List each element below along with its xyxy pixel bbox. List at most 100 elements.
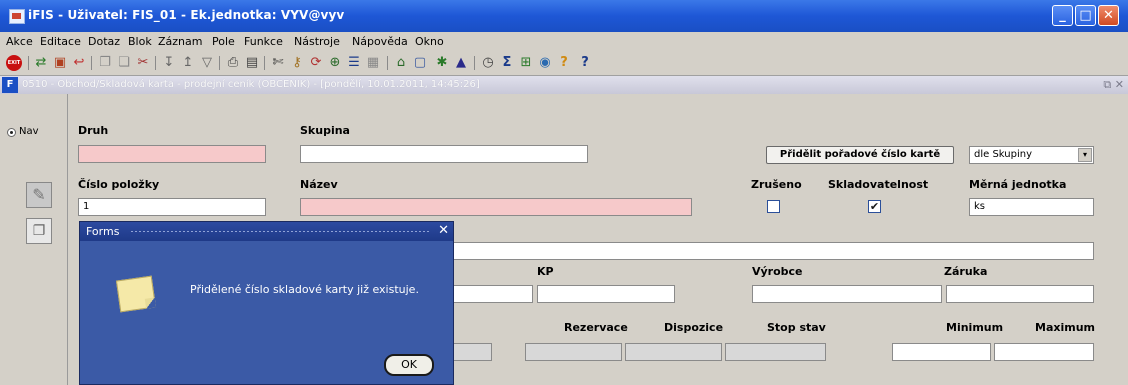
sum-icon[interactable]: Σ	[499, 55, 515, 71]
menu-bar: Akce Editace Dotaz Blok Záznam Pole Funk…	[0, 32, 1128, 51]
maximize-button[interactable]: □	[1075, 5, 1096, 26]
minimum-field[interactable]	[892, 343, 991, 361]
label-maximum: Maximum	[1035, 321, 1095, 334]
save-icon[interactable]: ⇄	[33, 55, 49, 71]
dialog-title-bar: Forms ✕	[80, 222, 453, 241]
toolbar-separator	[474, 56, 475, 70]
kp-field[interactable]	[537, 285, 675, 303]
paste-icon[interactable]: ❏	[116, 55, 132, 71]
copy-icon[interactable]: ❐	[97, 55, 113, 71]
edit-icon[interactable]: ✎	[26, 182, 52, 208]
field-before-kp[interactable]	[452, 285, 533, 303]
label-dispozice: Dispozice	[664, 321, 724, 334]
star-icon[interactable]: ✱	[434, 55, 450, 71]
document-icon[interactable]: ❐	[26, 218, 52, 244]
long-field[interactable]	[452, 242, 1094, 260]
dialog-message: Přidělené číslo skladové karty již exist…	[190, 283, 419, 296]
assign-mode-select[interactable]: dle Skupiny ▾	[969, 146, 1094, 164]
toolbar-separator	[28, 56, 29, 70]
form-icon: F	[2, 77, 18, 93]
sort-desc-icon[interactable]: ↥	[180, 55, 196, 71]
undo-icon[interactable]: ↩	[71, 55, 87, 71]
field-before-rezervace	[452, 343, 492, 361]
form-title-bar: F 0510 - Obchod/Skladová karta - prodejn…	[0, 76, 1128, 94]
menu-napoveda[interactable]: Nápověda	[352, 35, 408, 48]
label-nazev: Název	[300, 178, 338, 191]
rezervace-field	[525, 343, 622, 361]
lock-icon[interactable]: ⌂	[393, 55, 409, 71]
grid-icon[interactable]: ▢	[412, 55, 428, 71]
menu-pole[interactable]: Pole	[212, 35, 235, 48]
close-button[interactable]: ✕	[1098, 5, 1119, 26]
table-icon[interactable]: ▦	[365, 55, 381, 71]
label-rezervace: Rezervace	[564, 321, 628, 334]
toolbar-separator	[387, 56, 388, 70]
dialog-close-icon[interactable]: ✕	[438, 223, 449, 238]
druh-field[interactable]	[78, 145, 266, 163]
filter-icon[interactable]: ▽	[199, 55, 215, 71]
toolbar-separator	[91, 56, 92, 70]
label-kp: KP	[537, 265, 554, 278]
sort-asc-icon[interactable]: ↧	[161, 55, 177, 71]
label-skladovatelnost: Skladovatelnost	[828, 178, 929, 191]
vyrobce-field[interactable]	[752, 285, 942, 303]
menu-nastroje[interactable]: Nástroje	[294, 35, 340, 48]
exit-icon[interactable]: EXIT	[6, 55, 22, 71]
menu-okno[interactable]: Okno	[415, 35, 444, 48]
menu-blok[interactable]: Blok	[128, 35, 152, 48]
ok-button[interactable]: OK	[384, 354, 434, 376]
folder-icon[interactable]: ▣	[52, 55, 68, 71]
label-minimum: Minimum	[946, 321, 1004, 334]
nazev-field[interactable]	[300, 198, 692, 216]
form-window-controls[interactable]: ⧉ ✕	[1103, 78, 1124, 92]
label-vyrobce: Výrobce	[752, 265, 803, 278]
print-icon[interactable]: ⎙	[225, 55, 241, 71]
merna-jednotka-field[interactable]: ks	[969, 198, 1094, 216]
maximum-field[interactable]	[994, 343, 1094, 361]
menu-zaznam[interactable]: Záznam	[158, 35, 202, 48]
minimize-button[interactable]: _	[1052, 5, 1073, 26]
dispozice-field	[625, 343, 722, 361]
context-help-icon[interactable]: ?	[577, 55, 593, 71]
toolbar-separator	[219, 56, 220, 70]
menu-funkce[interactable]: Funkce	[244, 35, 283, 48]
left-strip: Nav ✎ ❐	[0, 94, 68, 385]
menu-editace[interactable]: Editace	[40, 35, 81, 48]
stop-stav-field	[725, 343, 826, 361]
calculator-icon[interactable]: ⊞	[518, 55, 534, 71]
insert-row-icon[interactable]: ⊕	[327, 55, 343, 71]
menu-dotaz[interactable]: Dotaz	[88, 35, 120, 48]
nav-radio[interactable]	[7, 128, 16, 137]
nav-label: Nav	[19, 126, 39, 137]
menu-akce[interactable]: Akce	[6, 35, 33, 48]
skladovatelnost-checkbox[interactable]: ✔	[868, 200, 881, 213]
dialog-title: Forms	[86, 225, 120, 238]
toolbar: EXIT ⇄ ▣ ↩ ❐ ❏ ✂ ↧ ↥ ▽ ⎙ ▤ ✄ ⚷ ⟳ ⊕ ☰ ▦ ⌂…	[0, 51, 1128, 76]
scissors-icon[interactable]: ✄	[270, 55, 286, 71]
label-druh: Druh	[78, 124, 109, 137]
zruseno-checkbox[interactable]	[767, 200, 780, 213]
preview-icon[interactable]: ▤	[244, 55, 260, 71]
refresh-icon[interactable]: ⟳	[308, 55, 324, 71]
skupina-field[interactable]	[300, 145, 588, 163]
label-stop-stav: Stop stav	[767, 321, 826, 334]
toolbar-separator	[264, 56, 265, 70]
help-icon[interactable]: ?	[556, 55, 572, 71]
cut-icon[interactable]: ✂	[135, 55, 151, 71]
assign-mode-value: dle Skupiny	[974, 149, 1033, 160]
label-skupina: Skupina	[300, 124, 350, 137]
list-icon[interactable]: ☰	[346, 55, 362, 71]
assign-number-button[interactable]: Přidělit pořadové číslo kartě	[766, 146, 954, 164]
label-zruseno: Zrušeno	[751, 178, 802, 191]
chevron-down-icon[interactable]: ▾	[1078, 148, 1092, 162]
note-icon	[115, 275, 157, 313]
zaruka-field[interactable]	[946, 285, 1094, 303]
label-zaruka: Záruka	[944, 265, 988, 278]
triangle-icon[interactable]: ▲	[453, 55, 469, 71]
dialog-title-dots	[130, 230, 430, 233]
key-icon[interactable]: ⚷	[289, 55, 305, 71]
globe-icon[interactable]: ◉	[537, 55, 553, 71]
check-circle-icon[interactable]: ◷	[480, 55, 496, 71]
form-title: 0510 - Obchod/Skladová karta - prodejní …	[22, 79, 480, 90]
cislo-polozky-field[interactable]: 1	[78, 198, 266, 216]
